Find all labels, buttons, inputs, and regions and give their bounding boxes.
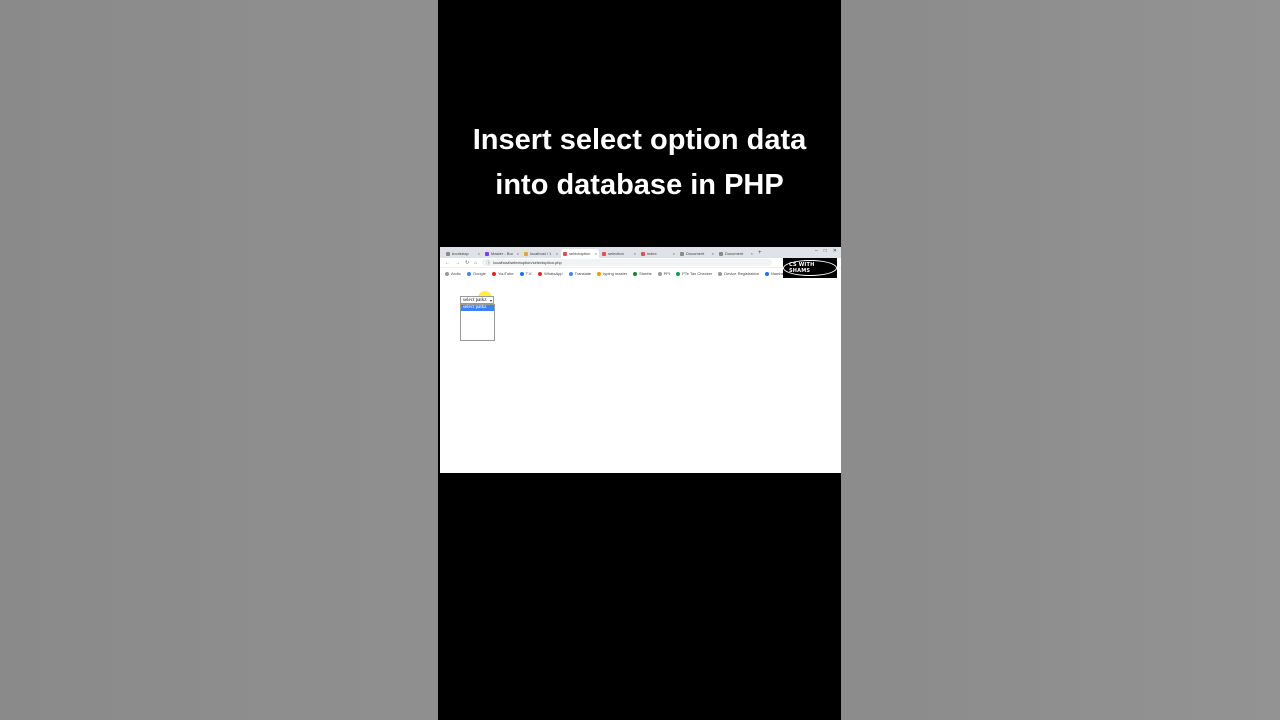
url-text: localhost/selectoption/selectoption.php	[493, 260, 562, 265]
bookmark-label: PTe Tax Checker	[682, 271, 713, 276]
bookmark-label: Google	[473, 271, 486, 276]
close-icon[interactable]: ×	[673, 251, 675, 256]
dropdown-option[interactable]: select patkz	[461, 305, 494, 311]
bookmark-item[interactable]: YouTube	[491, 271, 514, 276]
close-window-icon[interactable]: ✕	[833, 248, 837, 254]
back-icon[interactable]: ←	[445, 260, 450, 266]
video-title: Insert select option data into database …	[438, 118, 841, 208]
forward-icon[interactable]: →	[455, 260, 460, 266]
watermark-text: CS WITH SHAMS	[783, 260, 837, 276]
bookmark-label: Sheets	[639, 271, 652, 276]
tab-localhost[interactable]: localhost / 1 ×	[522, 249, 560, 258]
title-line-2: into database in PHP	[495, 169, 784, 201]
title-line-1: Insert select option data	[472, 124, 807, 156]
bookmark-icon	[633, 271, 638, 276]
bookmark-label: Arctic	[451, 271, 461, 276]
bookmark-label: Device Registration	[724, 271, 759, 276]
tab-label: Master - Bor	[491, 251, 514, 256]
bookmark-item[interactable]: Google	[467, 271, 486, 276]
select-value: select patkz	[463, 297, 487, 303]
tab-label: bootstrap	[452, 251, 469, 256]
bookmark-icon	[676, 271, 681, 276]
bookmark-item[interactable]: PPI	[657, 271, 671, 276]
favicon-icon	[641, 251, 645, 256]
tab-selectoption[interactable]: selectoption ×	[561, 249, 599, 258]
close-icon[interactable]: ×	[634, 251, 636, 256]
tab-index[interactable]: index ×	[639, 249, 677, 258]
bookmark-item[interactable]: typing master	[597, 271, 627, 276]
bookmark-label: PPI	[663, 271, 671, 276]
maximize-icon[interactable]: □	[824, 248, 827, 254]
tab-label: selectoption	[569, 251, 591, 256]
tab-master[interactable]: Master - Bor ×	[483, 249, 521, 258]
bookmark-icon	[445, 271, 449, 276]
tab-label: index	[647, 251, 657, 256]
dropdown-list: select patkz	[460, 304, 495, 341]
tab-document-1[interactable]: Document ×	[678, 249, 716, 258]
browser-window: bootstrap × Master - Bor × localhost / 1 × …	[440, 247, 841, 473]
favicon-icon	[524, 251, 528, 256]
tab-document-2[interactable]: Document ×	[717, 249, 755, 258]
close-icon[interactable]: ×	[751, 251, 753, 256]
close-icon[interactable]: ×	[712, 251, 714, 256]
favicon-icon	[485, 251, 489, 256]
favicon-icon	[602, 251, 606, 256]
bookmark-icon	[519, 271, 524, 276]
bookmark-icon	[718, 271, 723, 276]
bookmark-item[interactable]: Translate	[568, 271, 592, 276]
bookmark-item[interactable]: Device Registration	[718, 271, 759, 276]
bookmark-label: WhatsApp	[544, 271, 563, 276]
bookmark-icon	[568, 271, 573, 276]
bookmark-item[interactable]: PTe Tax Checker	[676, 271, 712, 276]
favicon-icon	[680, 251, 684, 256]
bookmark-label: YouTube	[497, 271, 514, 276]
bookmark-icon	[467, 271, 471, 276]
bookmark-icon	[764, 271, 769, 276]
window-controls: – □ ✕	[815, 248, 837, 254]
bookmarks-bar: Arctic Google YouTube T.V. WhatsApp Tran…	[440, 269, 841, 278]
channel-watermark: CS WITH SHAMS	[783, 258, 837, 278]
address-bar: ← → ↻ ⌂ ⓘ localhost/selectoption/selecto…	[440, 258, 841, 268]
tab-label: Document	[725, 251, 744, 256]
favicon-icon	[563, 251, 567, 256]
favicon-icon	[719, 251, 723, 256]
bookmark-icon	[597, 271, 602, 276]
video-frame: Insert select option data into database …	[438, 0, 841, 720]
bookmark-item[interactable]: Arctic	[445, 271, 461, 276]
info-icon: ⓘ	[486, 259, 491, 265]
bookmark-icon	[657, 271, 662, 276]
new-tab-button[interactable]: +	[758, 249, 762, 258]
bookmark-item[interactable]: WhatsApp	[538, 271, 563, 276]
home-icon[interactable]: ⌂	[474, 260, 477, 266]
url-field[interactable]: ⓘ localhost/selectoption/selectoption.ph…	[482, 259, 773, 266]
tab-label: selection	[608, 251, 624, 256]
bookmark-item[interactable]: T.V.	[519, 271, 533, 276]
bookmark-icon	[538, 271, 543, 276]
tab-label: localhost / 1	[530, 251, 552, 256]
close-icon[interactable]: ×	[478, 251, 480, 256]
bookmark-label: typing master	[603, 271, 628, 276]
favicon-icon	[446, 251, 450, 256]
chevron-down-icon: ▾	[489, 297, 492, 303]
close-icon[interactable]: ×	[517, 251, 519, 256]
tab-label: Document	[686, 251, 705, 256]
close-icon[interactable]: ×	[595, 251, 597, 256]
bookmark-item[interactable]: Sheets	[633, 271, 652, 276]
close-icon[interactable]: ×	[556, 251, 558, 256]
reload-icon[interactable]: ↻	[465, 260, 469, 266]
bookmark-label: Translate	[574, 271, 592, 276]
tab-selection[interactable]: selection ×	[600, 249, 638, 258]
bookmark-icon	[491, 271, 496, 276]
page-content: select patkz ▾ select patkz	[440, 279, 841, 473]
tab-bootstrap[interactable]: bootstrap ×	[444, 249, 482, 258]
select-dropdown[interactable]: select patkz ▾	[460, 296, 494, 304]
bookmark-label: T.V.	[525, 271, 533, 276]
minimize-icon[interactable]: –	[815, 248, 818, 254]
tab-bar: bootstrap × Master - Bor × localhost / 1 × …	[440, 247, 841, 258]
